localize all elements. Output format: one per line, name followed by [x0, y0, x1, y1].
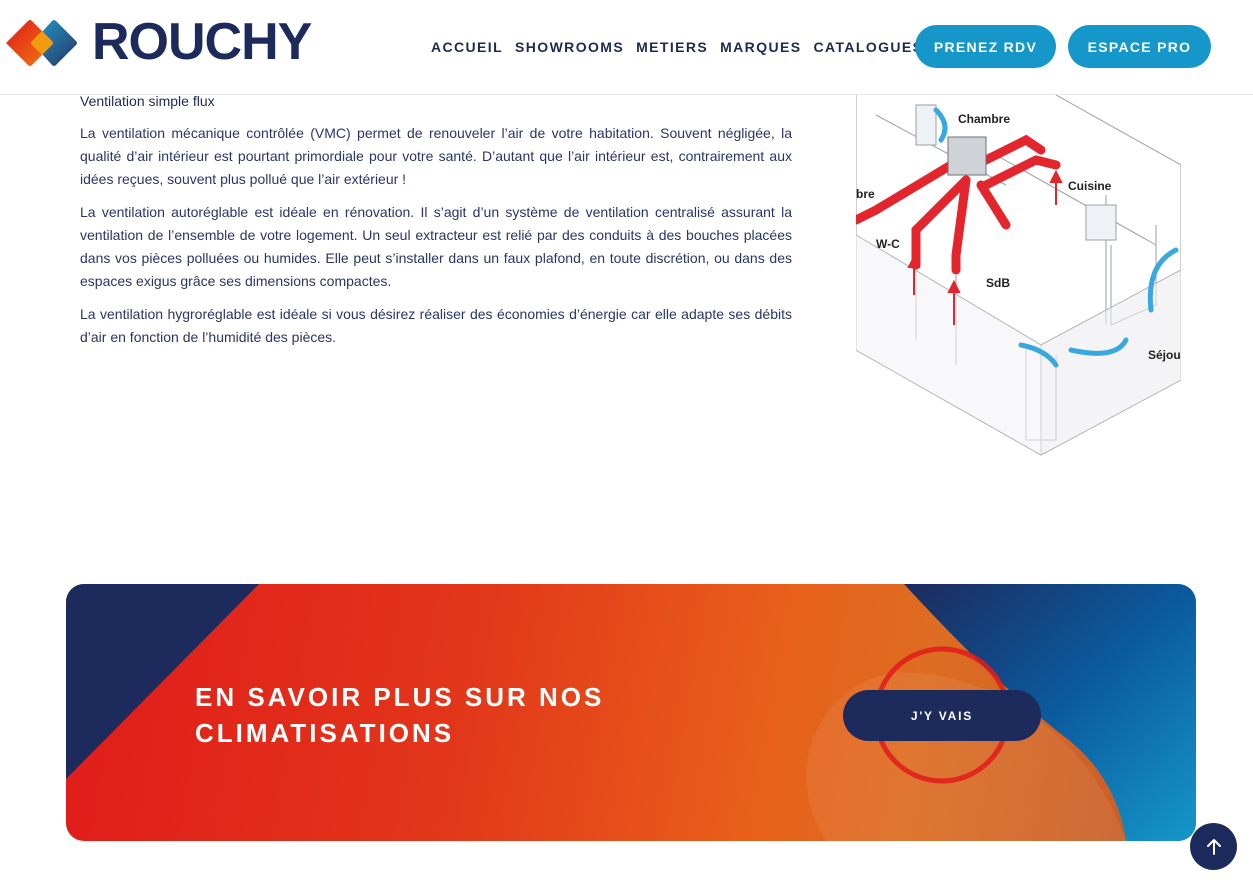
label-wc: W-C: [876, 237, 900, 251]
espace-pro-button[interactable]: ESPACE PRO: [1068, 25, 1211, 68]
label-partial: bre: [856, 187, 875, 201]
arrow-up-icon: [1206, 838, 1221, 855]
nav-showrooms[interactable]: SHOWROOMS: [515, 39, 624, 55]
section-subtitle: Ventilation simple flux: [80, 93, 215, 109]
banner-title: EN SAVOIR PLUS SUR NOS CLIMATISATIONS: [195, 682, 605, 748]
label-sdb: SdB: [986, 276, 1010, 290]
logo-diamonds-icon: [6, 20, 77, 66]
climatisation-banner: EN SAVOIR PLUS SUR NOS CLIMATISATIONS J'…: [66, 584, 1196, 841]
nav-accueil[interactable]: ACCUEIL: [431, 39, 503, 55]
label-chambre: Chambre: [958, 112, 1010, 126]
paragraph-vmc: La ventilation mécanique contrôlée (VMC)…: [80, 125, 792, 187]
nav-marques[interactable]: MARQUES: [720, 39, 801, 55]
label-sejour: Séjou: [1148, 348, 1181, 362]
jy-vais-button[interactable]: J'Y VAIS: [843, 690, 1041, 741]
nav-metiers[interactable]: METIERS: [636, 39, 708, 55]
scroll-top-button[interactable]: [1190, 823, 1237, 870]
paragraph-autoreglable: La ventilation autoréglable est idéale e…: [80, 204, 792, 289]
label-cuisine: Cuisine: [1068, 179, 1112, 193]
rouchy-logo[interactable]: ROUCHY: [6, 13, 312, 71]
logo-text: ROUCHY: [92, 13, 312, 71]
site-header: ROUCHY ACCUEIL SHOWROOMS METIERS MARQUES…: [0, 0, 1253, 95]
main-nav: ACCUEIL SHOWROOMS METIERS MARQUES CATALO…: [431, 39, 935, 55]
vmc-diagram-image: Chambre Cuisine W-C SdB Séjou bre: [851, 94, 1182, 457]
nav-catalogues[interactable]: CATALOGUES: [813, 39, 923, 55]
prenez-rdv-button[interactable]: PRENEZ RDV: [915, 25, 1056, 68]
paragraph-hygroreglable: La ventilation hygroréglable est idéale …: [80, 306, 792, 345]
